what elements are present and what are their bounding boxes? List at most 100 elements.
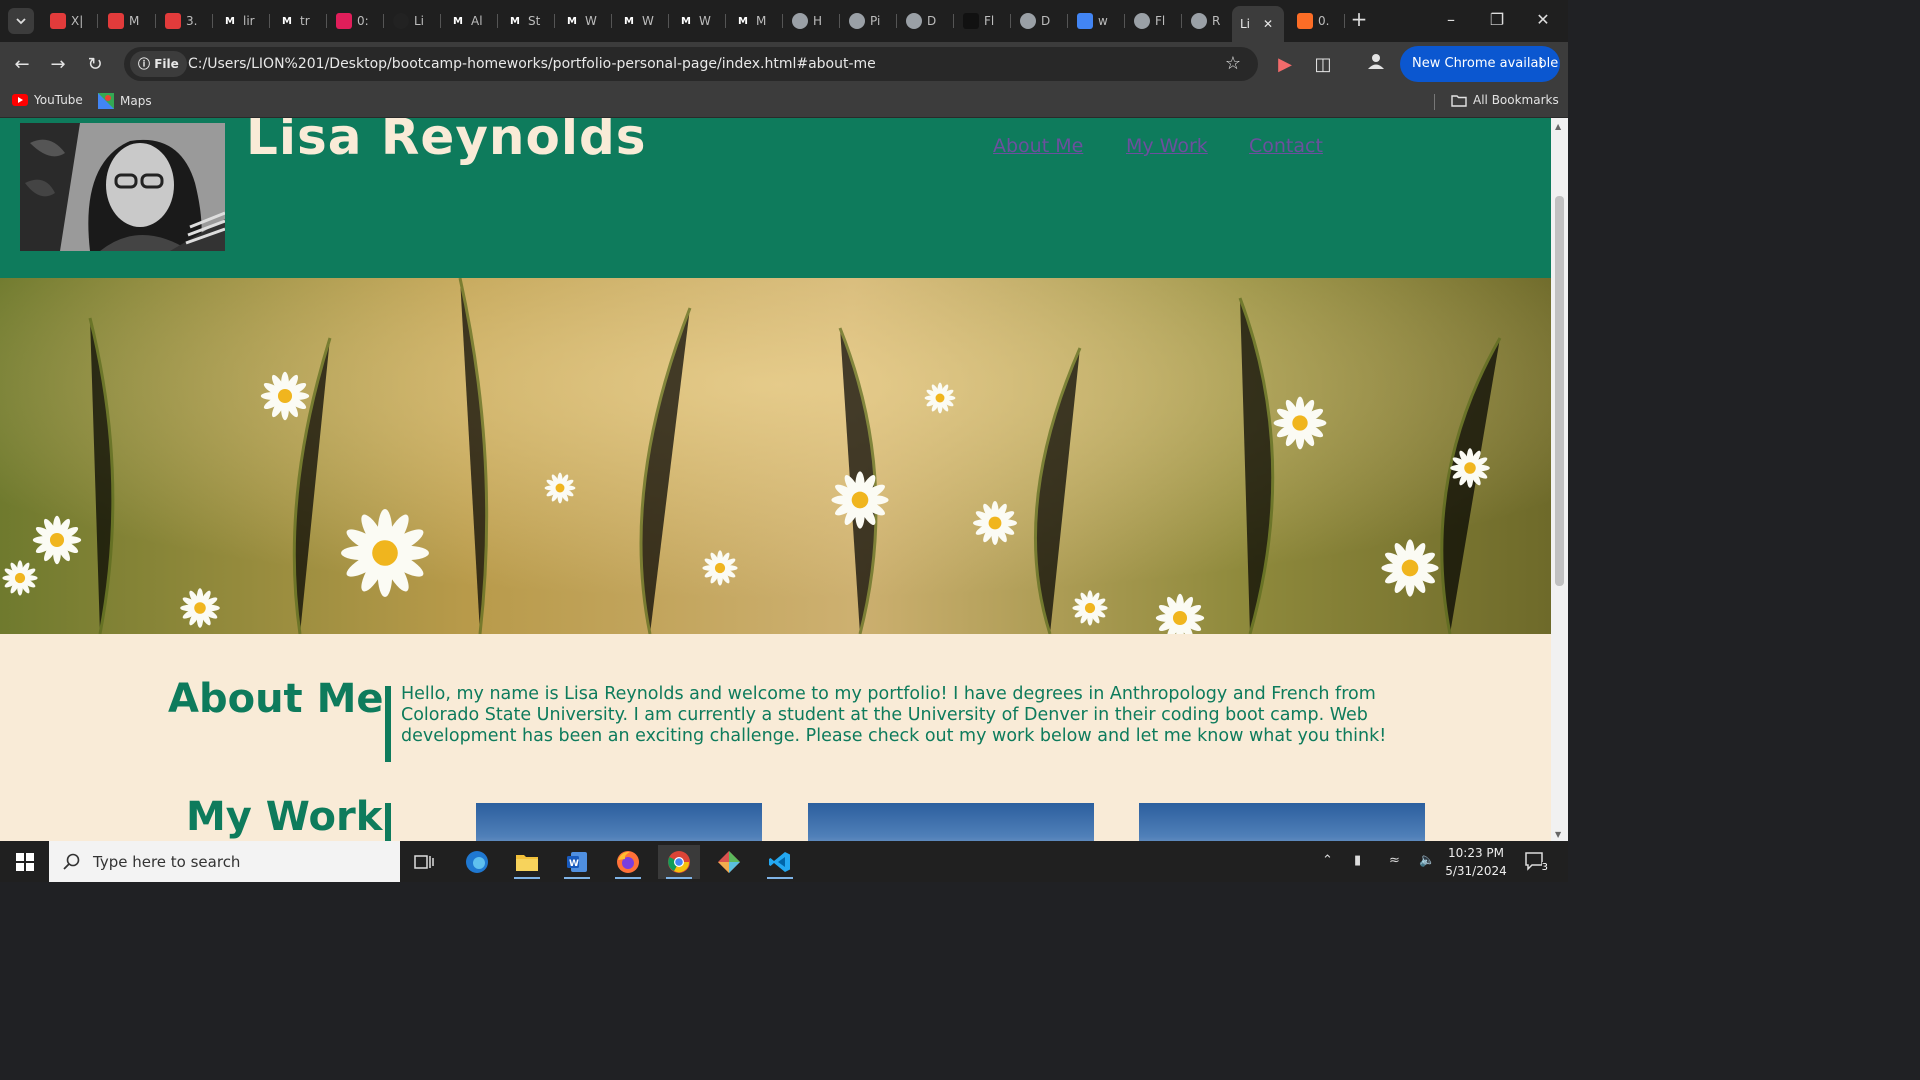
back-icon[interactable]: ← [9,52,35,78]
browser-tab[interactable]: Pi [841,6,897,36]
tab-search-button[interactable] [8,8,34,34]
nav-my-work[interactable]: My Work [1126,135,1208,157]
running-indicator [615,877,641,879]
file-explorer-icon[interactable] [506,845,548,879]
reload-icon[interactable]: ↻ [82,52,108,78]
running-indicator [514,877,540,879]
scroll-up-arrow[interactable]: ▲ [1555,122,1561,131]
site-info-chip[interactable]: ⓘ File [130,51,187,77]
kebab-menu-icon: ⋮ [1535,56,1548,71]
shield-icon [108,13,124,29]
browser-tab[interactable]: MW [613,6,669,36]
browser-tab[interactable]: Fl [1126,6,1182,36]
network-icon[interactable]: ≈ [1389,853,1400,868]
nav-contact[interactable]: Contact [1249,135,1323,157]
new-chrome-available-button[interactable]: New Chrome available ⋮ [1400,46,1560,82]
browser-tab[interactable]: MW [670,6,726,36]
browser-tab[interactable]: w [1069,6,1125,36]
extensions-icon[interactable]: ◫ [1310,52,1336,78]
work-card-2[interactable] [808,803,1094,841]
tab-title: M [756,14,767,28]
browser-tab[interactable]: Li ✕ [1232,6,1284,42]
url-text[interactable]: C:/Users/LION%201/Desktop/bootcamp-homew… [188,47,876,81]
windows-logo-icon [15,852,34,871]
shield-icon [165,13,181,29]
tab-separator [212,14,213,28]
screen-record-icon[interactable]: ▶ [1272,52,1298,78]
browser-tab[interactable]: Mtr [271,6,327,36]
taskbar-search[interactable]: Type here to search [49,841,400,882]
browser-tab[interactable]: D [1012,6,1068,36]
show-hidden-icons[interactable]: ⌃ [1322,853,1333,868]
start-button[interactable] [0,841,49,882]
browser-toolbar: ← → ↻ ⓘ File C:/Users/LION%201/Desktop/b… [0,42,1568,86]
firefox-icon[interactable] [607,845,649,879]
tab-title: W [642,14,654,28]
notification-count: 3 [1541,862,1548,873]
browser-tab[interactable]: X| [42,6,98,36]
edge-browser-icon[interactable] [456,845,498,879]
bookmark-star-icon[interactable]: ☆ [1220,51,1246,77]
browser-tab[interactable]: D [898,6,954,36]
m-logo-icon: M [624,15,634,27]
word-icon[interactable]: W [556,845,598,879]
address-bar[interactable]: ⓘ File C:/Users/LION%201/Desktop/bootcam… [124,47,1258,81]
tab-separator [554,14,555,28]
battery-icon[interactable]: ▮ [1354,853,1361,868]
task-view-icon[interactable] [403,845,445,879]
m-logo-icon: M [510,15,520,27]
browser-tab[interactable]: M Al [442,6,498,36]
work-card-1[interactable] [476,803,762,841]
tab-separator [497,14,498,28]
browser-tab[interactable]: 0. [1289,6,1345,36]
browser-tab[interactable]: Fl [955,6,1011,36]
scroll-down-arrow[interactable]: ▼ [1555,830,1561,839]
close-window-icon[interactable]: ✕ [1528,8,1558,32]
new-tab-button[interactable]: + [1348,8,1370,32]
git-tool-icon[interactable] [708,845,750,879]
browser-tab[interactable]: MW [556,6,612,36]
all-bookmarks-button[interactable]: All Bookmarks [1451,93,1559,107]
maps-icon [98,93,114,109]
tab-title: tr [300,14,310,28]
bookmark-maps[interactable]: Maps [98,93,152,109]
about-me-heading: About Me [168,676,384,722]
forward-icon[interactable]: → [45,52,71,78]
browser-tab[interactable]: 3. [157,6,213,36]
browser-tab[interactable]: R [1183,6,1239,36]
tab-title: M [129,14,140,28]
browser-tab[interactable]: Mlir [214,6,270,36]
system-clock[interactable]: 10:23 PM 5/31/2024 [1440,844,1512,880]
work-card-3[interactable] [1139,803,1425,841]
browser-tab[interactable]: 0: [328,6,384,36]
windows-taskbar: Type here to search W ⌃ ▮ ≈ 🔈 10:23 PM 5… [0,841,1568,882]
search-icon [63,853,80,870]
bookmarks-bar: YouTube Maps All Bookmarks [0,86,1568,118]
profile-icon[interactable] [1363,52,1389,78]
gitlab-icon [1297,13,1313,29]
chrome-icon[interactable] [658,845,700,879]
tab-title: St [528,14,541,28]
browser-tab[interactable]: Li [385,6,441,36]
minimize-icon[interactable]: – [1436,8,1466,32]
profile-photo [20,123,225,251]
browser-tab[interactable]: H [784,6,840,36]
browser-tab[interactable]: M [100,6,156,36]
m-logo-icon: M [282,15,292,27]
running-indicator [767,877,793,879]
scrollbar-thumb[interactable] [1555,196,1564,586]
vscode-icon[interactable] [759,845,801,879]
page-scrollbar[interactable]: ▲ ▼ [1551,118,1568,841]
close-tab-icon[interactable]: ✕ [1263,17,1273,31]
tab-title: 3. [186,14,198,28]
restore-icon[interactable]: ❐ [1482,8,1512,32]
browser-tab[interactable]: MM [727,6,783,36]
browser-tab[interactable]: M St [499,6,555,36]
notification-center-icon[interactable]: 3 [1524,851,1548,873]
bookmark-youtube[interactable]: YouTube [12,93,83,107]
volume-icon[interactable]: 🔈 [1419,853,1435,868]
slack-icon [336,13,352,29]
github-icon [393,13,409,29]
nav-about-me[interactable]: About Me [993,135,1083,157]
tab-separator [440,14,441,28]
